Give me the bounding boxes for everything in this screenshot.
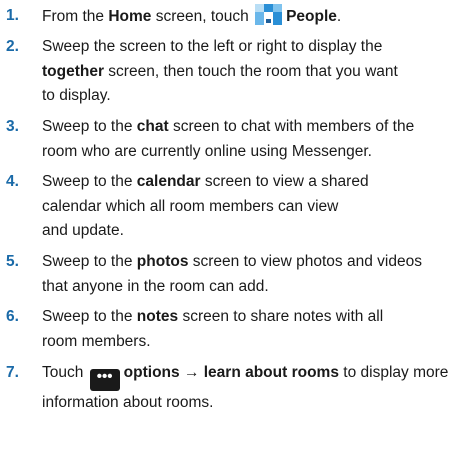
home-label: Home [108, 8, 152, 25]
step-number: 7. [6, 364, 19, 381]
instruction-list: 1. From the Home screen, touch People. 2… [0, 0, 472, 453]
step-number: 2. [6, 38, 19, 55]
step-number: 5. [6, 253, 19, 270]
step-number: 6. [6, 308, 19, 325]
step-number: 4. [6, 173, 19, 190]
step-text: Sweep to the notes screen to share notes… [42, 308, 384, 350]
calendar-label: calendar [136, 173, 201, 190]
people-label: People [286, 8, 337, 25]
together-label: together [42, 62, 104, 80]
step-text: Sweep the screen to the left or right to… [42, 38, 398, 104]
options-learn-about-rooms-label: options → learn about rooms [123, 364, 339, 381]
step-text: Sweep to the photos screen to view photo… [42, 253, 422, 295]
step-number: 3. [6, 118, 19, 135]
photos-label: photos [136, 253, 189, 270]
step-text: Touch ••• options → learn about rooms to … [42, 364, 449, 411]
chat-label: chat [136, 118, 169, 135]
step-number: 1. [6, 7, 19, 24]
notes-label: notes [136, 308, 179, 325]
step-text: Sweep to the calendar screen to view a s… [42, 173, 369, 239]
step-text: Sweep to the chat screen to chat with me… [42, 118, 415, 160]
step-text: From the Home screen, touch People. [42, 4, 470, 30]
people-icon [255, 4, 283, 25]
options-icon: ••• [89, 369, 120, 391]
